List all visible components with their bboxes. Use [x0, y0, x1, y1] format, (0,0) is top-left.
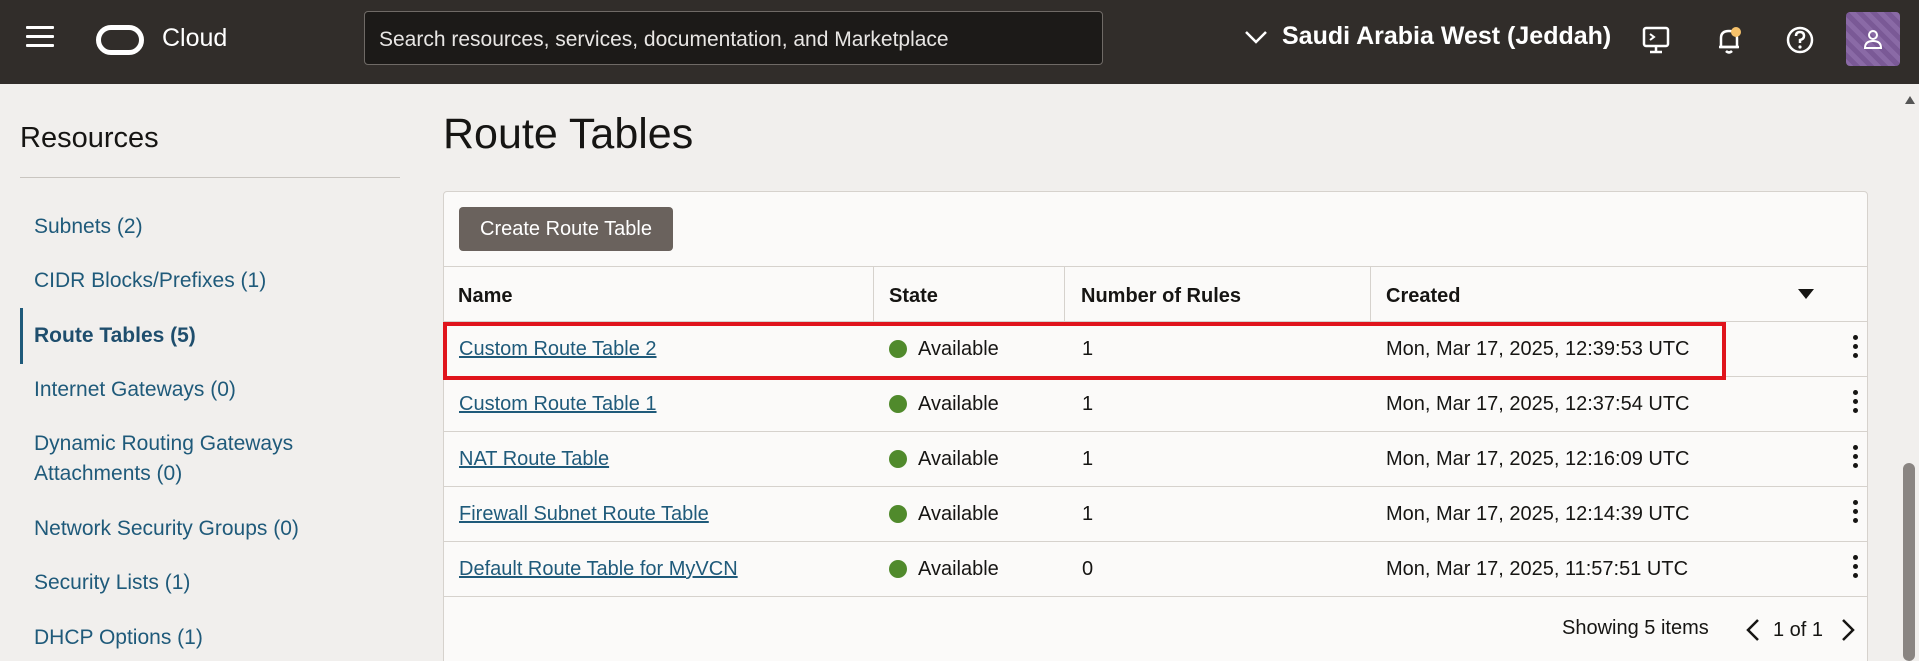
table-row: Firewall Subnet Route Table Available 1 …	[444, 487, 1867, 542]
column-divider	[1370, 267, 1371, 323]
kebab-icon[interactable]	[1845, 445, 1865, 473]
region-label: Saudi Arabia West (Jeddah)	[1282, 22, 1612, 50]
sidebar-item-dhcp-options[interactable]: DHCP Options (1)	[34, 623, 203, 653]
column-header-name[interactable]: Name	[458, 285, 512, 308]
sort-down-icon[interactable]	[1797, 288, 1815, 300]
resources-divider	[20, 177, 400, 178]
route-table-link[interactable]: Custom Route Table 1	[459, 393, 657, 416]
sidebar-item-subnets[interactable]: Subnets (2)	[34, 212, 143, 242]
available-status-icon	[889, 560, 907, 578]
table-row: NAT Route Table Available 1 Mon, Mar 17,…	[444, 432, 1867, 487]
table-row: Custom Route Table 1 Available 1 Mon, Ma…	[444, 377, 1867, 432]
available-status-icon	[889, 395, 907, 413]
column-header-created[interactable]: Created	[1386, 285, 1460, 308]
kebab-icon[interactable]	[1845, 500, 1865, 528]
brand-label[interactable]: Cloud	[162, 24, 227, 53]
resources-title: Resources	[20, 122, 159, 154]
active-indicator	[20, 308, 23, 364]
route-table-link[interactable]: Firewall Subnet Route Table	[459, 503, 709, 526]
scrollbar-thumb[interactable]	[1903, 463, 1915, 661]
sidebar-item-drg-attachments[interactable]: Dynamic Routing Gateways	[34, 429, 293, 459]
state-value: Available	[918, 448, 999, 470]
available-status-icon	[889, 505, 907, 523]
chevron-left-icon[interactable]	[1743, 617, 1763, 643]
search-box[interactable]	[364, 11, 1103, 65]
chevron-down-icon	[1245, 30, 1267, 44]
state-value: Available	[918, 558, 999, 580]
table-header: Name State Number of Rules Created	[444, 266, 1867, 323]
created-date: Mon, Mar 17, 2025, 11:57:51 UTC	[1386, 558, 1689, 580]
help-icon[interactable]	[1784, 24, 1816, 56]
user-icon	[1863, 30, 1883, 49]
created-date: Mon, Mar 17, 2025, 12:14:39 UTC	[1386, 503, 1690, 525]
state-value: Available	[918, 338, 999, 360]
oracle-logo-icon[interactable]	[96, 25, 144, 55]
rules-count: 1	[1082, 338, 1094, 360]
region-selector[interactable]: Saudi Arabia West (Jeddah)	[1244, 22, 1611, 51]
sidebar-item-route-tables[interactable]: Route Tables (5)	[34, 321, 196, 351]
sidebar-item-network-security-groups[interactable]: Network Security Groups (0)	[34, 514, 299, 544]
hamburger-icon[interactable]	[26, 26, 56, 52]
sidebar-item-internet-gateways[interactable]: Internet Gateways (0)	[34, 375, 236, 405]
page-title: Route Tables	[443, 110, 694, 158]
avatar[interactable]	[1846, 12, 1900, 66]
created-date: Mon, Mar 17, 2025, 12:39:53 UTC	[1386, 338, 1690, 360]
create-route-table-button[interactable]: Create Route Table	[459, 207, 673, 251]
rules-count: 1	[1082, 503, 1094, 525]
rules-count: 0	[1082, 558, 1094, 580]
rules-count: 1	[1082, 448, 1094, 470]
table-row: Custom Route Table 2 Available 1 Mon, Ma…	[444, 322, 1867, 377]
bell-icon[interactable]	[1713, 24, 1745, 56]
search-input[interactable]	[379, 28, 1088, 52]
state-value: Available	[918, 393, 999, 415]
cloud-shell-icon[interactable]	[1640, 24, 1672, 56]
route-table-link[interactable]: Custom Route Table 2	[459, 338, 657, 361]
state-value: Available	[918, 503, 999, 525]
route-table-link[interactable]: NAT Route Table	[459, 448, 609, 471]
sidebar-item-security-lists[interactable]: Security Lists (1)	[34, 568, 190, 598]
sidebar-item-drg-attachments-line2[interactable]: Attachments (0)	[34, 459, 182, 489]
kebab-icon[interactable]	[1845, 335, 1865, 363]
items-count: Showing 5 items	[1562, 617, 1709, 639]
column-header-number-of-rules[interactable]: Number of Rules	[1081, 285, 1241, 308]
table-row: Default Route Table for MyVCN Available …	[444, 542, 1867, 597]
column-header-state[interactable]: State	[889, 285, 938, 308]
kebab-icon[interactable]	[1845, 390, 1865, 418]
available-status-icon	[889, 340, 907, 358]
top-bar: Cloud Saudi Arabia West (Jeddah)	[0, 0, 1919, 84]
pager-status: 1 of 1	[1773, 619, 1824, 641]
created-date: Mon, Mar 17, 2025, 12:16:09 UTC	[1386, 448, 1690, 470]
rules-count: 1	[1082, 393, 1094, 415]
column-divider	[873, 267, 874, 323]
kebab-icon[interactable]	[1845, 555, 1865, 583]
available-status-icon	[889, 450, 907, 468]
sidebar-item-cidr-blocks[interactable]: CIDR Blocks/Prefixes (1)	[34, 266, 266, 296]
scroll-up-icon[interactable]	[1905, 96, 1915, 104]
route-table-link[interactable]: Default Route Table for MyVCN	[459, 558, 738, 581]
chevron-right-icon[interactable]	[1838, 617, 1858, 643]
created-date: Mon, Mar 17, 2025, 12:37:54 UTC	[1386, 393, 1690, 415]
column-divider	[1064, 267, 1065, 323]
